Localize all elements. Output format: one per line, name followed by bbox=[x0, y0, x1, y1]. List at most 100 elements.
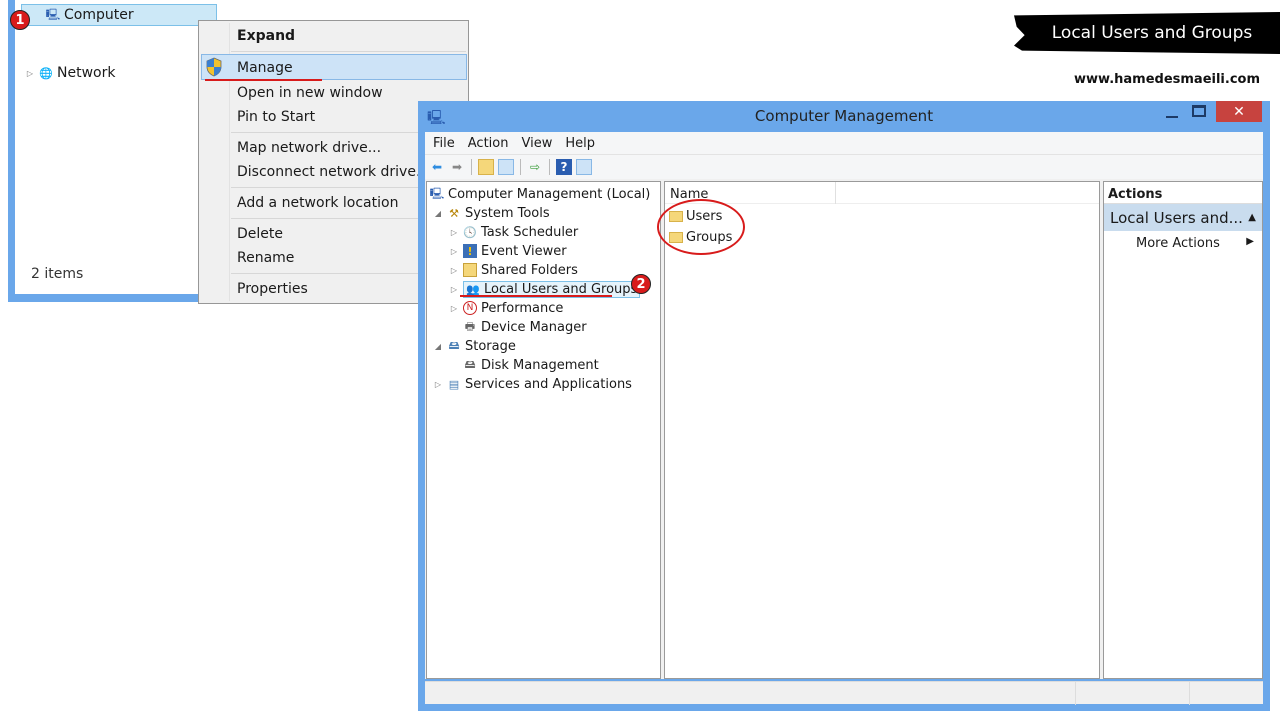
menu-item-add-network-location[interactable]: Add a network location bbox=[237, 192, 398, 214]
collapsed-arrow-icon[interactable]: ▷ bbox=[449, 228, 459, 237]
tree-node-computer-management[interactable]: 🖳 Computer Management (Local) bbox=[430, 185, 651, 203]
menu-help[interactable]: Help bbox=[565, 136, 595, 151]
tree-node-label: Storage bbox=[465, 338, 516, 354]
toolbar-separator bbox=[471, 159, 472, 175]
export-list-icon[interactable]: ⇨ bbox=[527, 159, 543, 175]
tools-icon: ⚒ bbox=[449, 206, 459, 220]
column-divider[interactable] bbox=[835, 182, 836, 204]
toolbar: ⬅ ➡ ⇨ ? bbox=[425, 155, 1263, 179]
performance-icon: N bbox=[463, 301, 477, 315]
website-watermark: www.hamedesmaeili.com bbox=[1074, 72, 1261, 87]
tree-node-system-tools[interactable]: ◢ ⚒ System Tools bbox=[433, 204, 550, 222]
list-header: Name bbox=[665, 182, 1099, 204]
nav-item-computer[interactable]: 🖳 Computer bbox=[21, 4, 217, 26]
menu-bar: File Action View Help bbox=[425, 132, 1263, 155]
toolbar-separator bbox=[520, 159, 521, 175]
collapsed-arrow-icon[interactable]: ▷ bbox=[449, 266, 459, 275]
tutorial-title-banner: Local Users and Groups bbox=[1014, 12, 1280, 54]
nav-item-network[interactable]: ▷ 🌐 Network bbox=[25, 62, 116, 84]
actions-group-local-users[interactable]: Local Users and... ▲ bbox=[1104, 204, 1262, 231]
network-icon: 🌐 bbox=[39, 66, 53, 80]
window-title: Computer Management bbox=[754, 107, 934, 125]
uac-shield-icon bbox=[205, 57, 223, 77]
menu-item-open-new-window[interactable]: Open in new window bbox=[237, 82, 383, 104]
collapsed-arrow-icon[interactable]: ▷ bbox=[449, 304, 459, 313]
tree-node-disk-management[interactable]: 🖴 Disk Management bbox=[449, 356, 599, 374]
nav-item-label: Network bbox=[57, 65, 116, 81]
tree-node-label: Device Manager bbox=[481, 319, 587, 335]
collapsed-arrow-icon[interactable]: ▷ bbox=[449, 285, 459, 294]
minimize-button[interactable] bbox=[1166, 116, 1178, 118]
maximize-button[interactable] bbox=[1192, 105, 1206, 117]
expanded-arrow-icon[interactable]: ◢ bbox=[433, 209, 443, 218]
status-divider bbox=[1189, 682, 1190, 705]
submenu-arrow-icon: ▶ bbox=[1246, 236, 1254, 247]
menu-separator bbox=[231, 51, 466, 52]
tree-node-label: Services and Applications bbox=[465, 376, 632, 392]
tree-node-event-viewer[interactable]: ▷ ! Event Viewer bbox=[449, 242, 567, 260]
users-icon: 👥 bbox=[466, 282, 480, 296]
more-actions-label: More Actions bbox=[1136, 236, 1220, 251]
services-icon: ▤ bbox=[448, 377, 460, 391]
event-viewer-icon: ! bbox=[463, 244, 477, 258]
collapsed-arrow-icon[interactable]: ▷ bbox=[433, 380, 443, 389]
menu-item-properties[interactable]: Properties bbox=[237, 278, 308, 300]
status-divider bbox=[1075, 682, 1076, 705]
expanded-arrow-icon[interactable]: ◢ bbox=[433, 342, 443, 351]
up-folder-icon[interactable] bbox=[478, 159, 494, 175]
menu-action[interactable]: Action bbox=[468, 136, 509, 151]
status-item-count: 2 items bbox=[31, 266, 84, 282]
menu-item-pin-to-start[interactable]: Pin to Start bbox=[237, 106, 315, 128]
tree-node-label: Performance bbox=[481, 300, 564, 316]
tree-node-label: System Tools bbox=[465, 205, 550, 221]
tree-node-performance[interactable]: ▷ N Performance bbox=[449, 299, 563, 317]
step-1-badge: 1 bbox=[10, 10, 30, 30]
toolbar-separator bbox=[549, 159, 550, 175]
menu-item-manage[interactable]: Manage bbox=[237, 57, 293, 79]
results-list: Name Users Groups bbox=[664, 181, 1100, 679]
tree-node-label: Shared Folders bbox=[481, 262, 578, 278]
shared-folder-icon bbox=[463, 263, 477, 277]
show-hide-action-pane-icon[interactable] bbox=[576, 159, 592, 175]
tree-node-label: Disk Management bbox=[481, 357, 599, 373]
collapse-arrow-icon[interactable]: ▲ bbox=[1248, 212, 1256, 223]
menu-file[interactable]: File bbox=[433, 136, 455, 151]
tree-node-shared-folders[interactable]: ▷ Shared Folders bbox=[449, 261, 578, 279]
tree-node-services-and-applications[interactable]: ▷ ▤ Services and Applications bbox=[433, 375, 632, 393]
title-bar[interactable]: 🖳 Computer Management ✕ bbox=[418, 101, 1270, 131]
menu-view[interactable]: View bbox=[521, 136, 552, 151]
manage-underline-annotation bbox=[205, 79, 322, 81]
back-icon[interactable]: ⬅ bbox=[429, 159, 445, 175]
computer-management-window: 🖳 Computer Management ✕ File Action View… bbox=[418, 101, 1270, 711]
show-hide-tree-icon[interactable] bbox=[498, 159, 514, 175]
device-manager-icon: 🖶 bbox=[464, 319, 476, 333]
tree-node-label: Computer Management (Local) bbox=[448, 186, 651, 202]
tree-node-device-manager[interactable]: 🖶 Device Manager bbox=[449, 318, 587, 336]
menu-item-rename[interactable]: Rename bbox=[237, 247, 294, 269]
close-icon: ✕ bbox=[1233, 103, 1245, 120]
menu-item-disconnect-network-drive[interactable]: Disconnect network drive... bbox=[237, 161, 429, 183]
actions-pane: Actions Local Users and... ▲ More Action… bbox=[1103, 181, 1263, 679]
clock-icon: 🕓 bbox=[463, 225, 477, 239]
close-button[interactable]: ✕ bbox=[1216, 101, 1262, 122]
status-bar bbox=[425, 681, 1263, 705]
menu-item-map-network-drive[interactable]: Map network drive... bbox=[237, 137, 381, 159]
forward-icon[interactable]: ➡ bbox=[449, 159, 465, 175]
lug-underline-annotation bbox=[460, 295, 612, 297]
storage-icon: 🖴 bbox=[448, 338, 460, 352]
step-2-badge: 2 bbox=[631, 274, 651, 294]
collapsed-arrow-icon[interactable]: ▷ bbox=[449, 247, 459, 256]
nav-item-label: Computer bbox=[64, 7, 134, 23]
actions-header: Actions bbox=[1104, 182, 1262, 204]
menu-item-expand[interactable]: Expand bbox=[237, 25, 295, 47]
console-tree: 🖳 Computer Management (Local) ◢ ⚒ System… bbox=[426, 181, 661, 679]
explorer-window: 🖳 Computer ▷ 🌐 Network 2 items bbox=[8, 0, 217, 302]
tree-node-storage[interactable]: ◢ 🖴 Storage bbox=[433, 337, 516, 355]
menu-item-delete[interactable]: Delete bbox=[237, 223, 283, 245]
more-actions-item[interactable]: More Actions ▶ bbox=[1104, 236, 1262, 251]
tree-node-task-scheduler[interactable]: ▷ 🕓 Task Scheduler bbox=[449, 223, 578, 241]
tree-node-label: Event Viewer bbox=[481, 243, 567, 259]
expand-arrow-icon[interactable]: ▷ bbox=[25, 69, 35, 78]
help-icon[interactable]: ? bbox=[556, 159, 572, 175]
computer-icon: 🖳 bbox=[45, 7, 61, 21]
